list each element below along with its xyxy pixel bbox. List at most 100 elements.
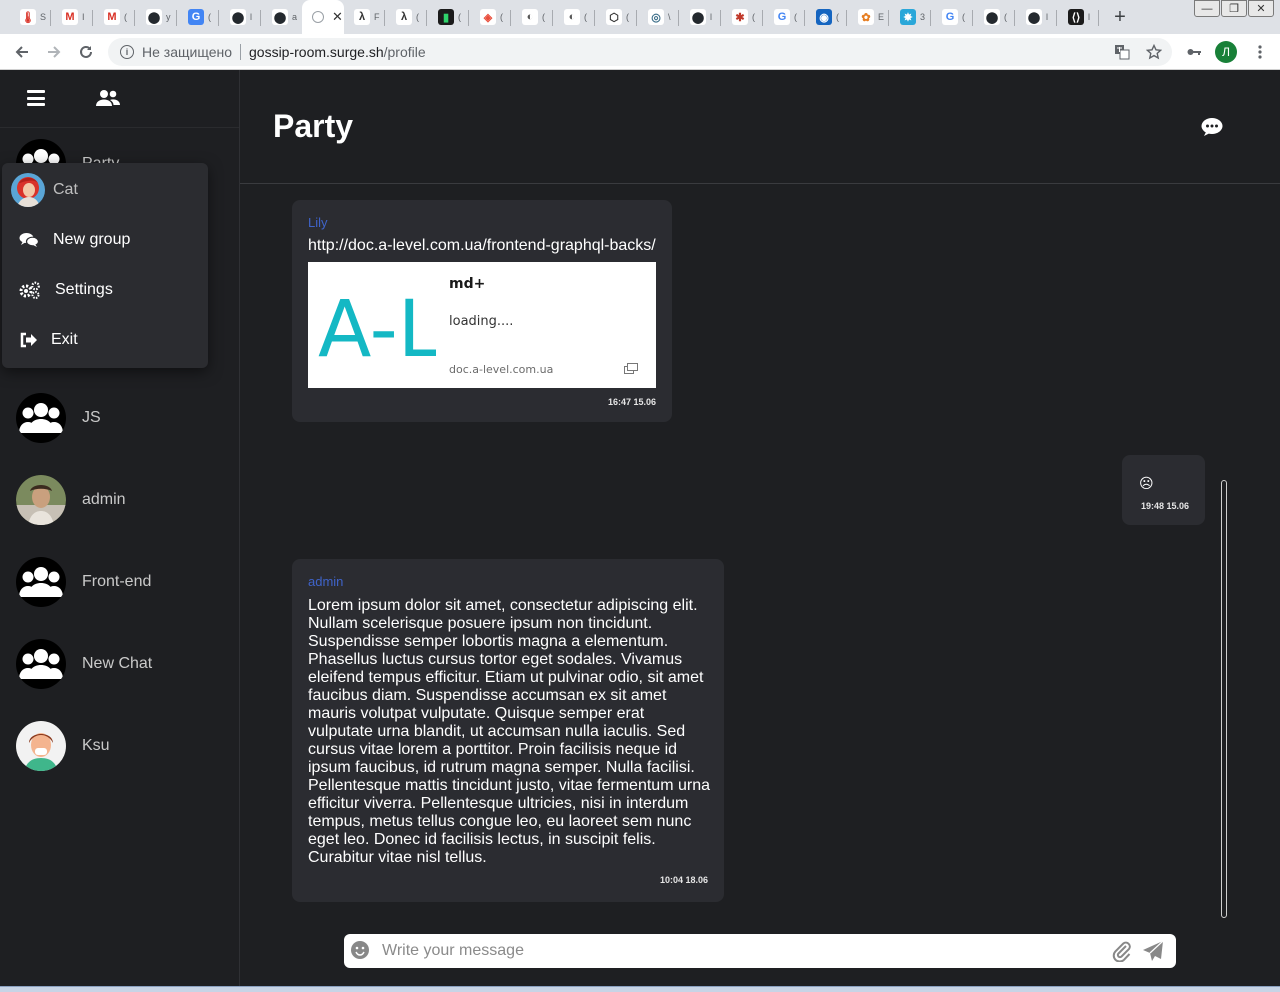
user-profile-item[interactable]: Cat — [2, 170, 208, 210]
message-sender: admin — [308, 574, 344, 589]
browser-tab[interactable]: ✱( — [722, 2, 763, 32]
restore-button[interactable]: ❐ — [1221, 0, 1247, 17]
new-group-item[interactable]: New group — [2, 220, 208, 260]
exit-item[interactable]: Exit — [2, 320, 208, 360]
tab-favicon: ⟨⟩ — [1068, 9, 1084, 25]
browser-tab[interactable]: ◐( — [554, 2, 595, 32]
minimize-button[interactable]: — — [1194, 0, 1220, 17]
browser-tab[interactable]: ◉( — [806, 2, 847, 32]
browser-tab[interactable]: ⬤ y — [136, 2, 177, 32]
message-bubble: Lily http://doc.a-level.com.ua/frontend-… — [292, 200, 672, 422]
link-preview[interactable]: A-L md+ loading.... doc.a-level.com.ua — [308, 262, 656, 388]
browser-tab[interactable]: G( — [764, 2, 805, 32]
browser-tab[interactable]: ◐( — [512, 2, 553, 32]
message-text[interactable]: ☹ — [1139, 475, 1154, 492]
reload-button[interactable] — [74, 40, 98, 64]
tab-title: l — [1046, 12, 1048, 22]
emoji-icon[interactable] — [350, 940, 370, 960]
browser-tab[interactable]: ◎ \ — [638, 2, 679, 32]
browser-tab[interactable]: ▮( — [428, 2, 469, 32]
tab-favicon: ⬤ — [690, 9, 706, 25]
browser-tab[interactable]: MI — [52, 2, 93, 32]
browser-tab[interactable]: ✸ 3 — [890, 2, 931, 32]
profile-avatar: Л — [1215, 41, 1237, 63]
browser-tab[interactable]: G( — [178, 2, 219, 32]
message-text[interactable]: http://doc.a-level.com.ua/frontend-graph… — [308, 237, 656, 255]
chat-list-item[interactable]: JS — [0, 382, 240, 454]
browser-menu-button[interactable] — [1248, 40, 1272, 64]
tab-separator — [636, 10, 637, 26]
tab-separator — [930, 10, 931, 26]
forward-button[interactable] — [42, 40, 66, 64]
browser-tab[interactable]: λF — [344, 2, 385, 32]
browser-tab[interactable]: ⬤ l — [1016, 2, 1057, 32]
tab-title: ( — [458, 12, 461, 22]
tab-separator — [260, 10, 261, 26]
browser-tab[interactable]: ◈( — [470, 2, 511, 32]
browser-tab[interactable]: ✿ E — [848, 2, 889, 32]
chat-avatar — [16, 475, 66, 525]
close-window-button[interactable]: ✕ — [1248, 0, 1274, 17]
os-taskbar — [0, 986, 1280, 992]
tab-favicon: ✿ — [858, 9, 874, 25]
browser-tab[interactable]: ⬤( — [974, 2, 1015, 32]
exit-label: Exit — [51, 331, 78, 348]
contacts-icon[interactable] — [96, 88, 120, 108]
paperclip-icon[interactable] — [1112, 940, 1132, 962]
tab-favicon: ◉ — [816, 9, 832, 25]
menu-icon[interactable] — [27, 90, 45, 106]
browser-tab[interactable]: λ( — [386, 2, 427, 32]
browser-tab[interactable]: ⬡( — [596, 2, 637, 32]
tab-title: l — [1088, 12, 1090, 22]
chat-name: Ksu — [82, 737, 110, 754]
new-tab-button[interactable]: + — [1110, 6, 1130, 29]
sign-out-icon — [20, 332, 37, 348]
back-button[interactable] — [10, 40, 34, 64]
message-text[interactable]: Lorem ipsum dolor sit amet, consectetur … — [308, 597, 710, 867]
window-controls: — ❐ ✕ — [1193, 0, 1274, 17]
settings-item[interactable]: Settings — [2, 270, 208, 310]
bookmark-button[interactable] — [1142, 40, 1166, 64]
tab-separator — [1014, 10, 1015, 26]
send-icon[interactable] — [1142, 940, 1164, 962]
active-tab[interactable]: G ✕ — [302, 0, 344, 34]
tab-favicon: ◎ — [648, 9, 664, 25]
tab-favicon: λ — [354, 9, 370, 25]
message-sender: Lily — [308, 215, 328, 230]
chat-name: New Chat — [82, 655, 153, 672]
chat-name: Front-end — [82, 573, 152, 590]
comments-icon — [19, 233, 39, 247]
tab-title: ( — [836, 12, 839, 22]
profile-button[interactable]: Л — [1214, 40, 1238, 64]
browser-tab[interactable]: M( — [94, 2, 135, 32]
browser-tab[interactable]: G( — [932, 2, 973, 32]
chat-list-item[interactable]: Ksu — [0, 710, 240, 782]
tab-separator — [552, 10, 553, 26]
browser-tab[interactable]: ⬤ l — [220, 2, 261, 32]
close-tab-icon[interactable]: ✕ — [332, 9, 343, 25]
browser-tab[interactable]: 🌡 S — [10, 2, 51, 32]
user-avatar — [11, 173, 45, 207]
browser-tab[interactable]: ⟨⟩ l — [1058, 2, 1099, 32]
chat-list-item[interactable]: admin — [0, 464, 240, 536]
browser-tab[interactable]: ⬤ a — [262, 2, 303, 32]
message-input[interactable] — [382, 938, 1102, 964]
comment-icon[interactable] — [1201, 117, 1223, 137]
external-link-icon[interactable] — [624, 363, 638, 374]
new-group-label: New group — [53, 231, 131, 248]
tab-title: \ — [668, 12, 671, 22]
tab-title: E — [878, 12, 885, 22]
tab-separator — [594, 10, 595, 26]
address-bar[interactable]: i Не защищено gossip-room.surge.sh/profi… — [108, 38, 1172, 66]
chat-list-item[interactable]: New Chat — [0, 628, 240, 700]
tab-favicon: ⬤ — [1026, 9, 1042, 25]
info-icon[interactable]: i — [120, 45, 134, 59]
chat-title: Party — [273, 108, 354, 144]
browser-tab[interactable]: ⬤ l — [680, 2, 721, 32]
messages-scrollbar[interactable] — [1221, 480, 1227, 918]
group-avatar-icon — [16, 639, 66, 689]
passwords-button[interactable] — [1182, 40, 1206, 64]
chat-list-item[interactable]: Front-end — [0, 546, 240, 618]
tab-favicon: ⬤ — [230, 9, 246, 25]
translate-button[interactable] — [1110, 40, 1134, 64]
